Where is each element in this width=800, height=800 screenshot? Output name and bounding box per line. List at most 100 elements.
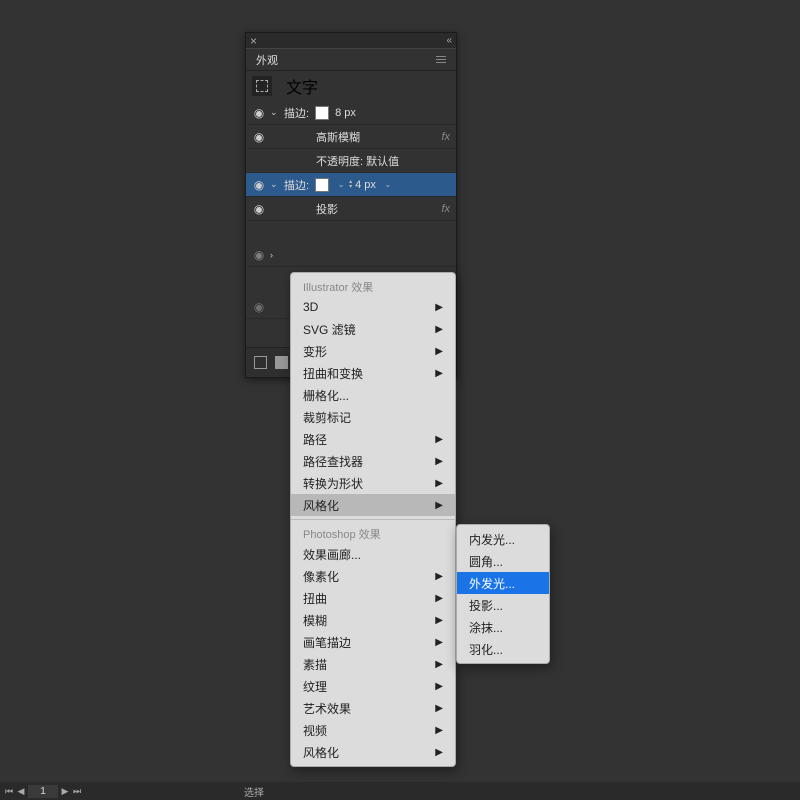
menu-item[interactable]: 裁剪标记 xyxy=(291,406,455,428)
appearance-row-hidden[interactable]: ◉ › xyxy=(246,243,456,267)
visibility-icon[interactable]: ◉ xyxy=(252,248,266,262)
thumbnail-icon xyxy=(252,76,272,96)
menu-item[interactable]: 涂抹... xyxy=(457,616,549,638)
menu-item-label: 视频 xyxy=(303,722,327,739)
stroke-width[interactable]: 4 px xyxy=(355,179,376,191)
fx-icon[interactable]: fx xyxy=(441,203,450,215)
menu-item-label: 扭曲和变换 xyxy=(303,365,363,382)
submenu-arrow-icon: ▶ xyxy=(435,500,443,511)
submenu-arrow-icon: ▶ xyxy=(435,681,443,692)
menu-item-label: 风格化 xyxy=(303,744,339,761)
submenu-arrow-icon: ▶ xyxy=(435,637,443,648)
menu-item[interactable]: 路径▶ xyxy=(291,428,455,450)
last-page-icon[interactable]: ⏭ xyxy=(72,786,82,797)
menu-item[interactable]: 内发光... xyxy=(457,528,549,550)
effects-menu: Illustrator 效果 3D▶SVG 滤镜▶变形▶扭曲和变换▶栅格化...… xyxy=(290,272,456,767)
new-stroke-icon[interactable] xyxy=(254,356,267,369)
color-swatch[interactable] xyxy=(315,178,329,192)
menu-item-label: 投影... xyxy=(469,597,503,614)
collapse-icon[interactable]: « xyxy=(446,35,452,46)
prev-page-icon[interactable]: ◀ xyxy=(16,786,26,797)
visibility-icon[interactable]: ◉ xyxy=(252,178,266,192)
appearance-row-effect[interactable]: ◉ 高斯模糊 fx xyxy=(246,125,456,149)
stylize-submenu: 内发光... 圆角... 外发光... 投影... 涂抹...羽化... xyxy=(456,524,550,664)
menu-item-label: 画笔描边 xyxy=(303,634,351,651)
first-page-icon[interactable]: ⏮ xyxy=(4,786,14,797)
menu-item-label: 3D xyxy=(303,300,318,314)
menu-item[interactable]: 模糊 ▶ xyxy=(291,609,455,631)
appearance-row-effect[interactable]: ◉ 投影 fx xyxy=(246,197,456,221)
menu-item[interactable]: 艺术效果▶ xyxy=(291,697,455,719)
menu-item-label: 素描 xyxy=(303,656,327,673)
submenu-arrow-icon: ▶ xyxy=(435,302,443,313)
row-label: 高斯模糊 xyxy=(316,129,360,145)
menu-item[interactable]: 扭曲和变换 ▶ xyxy=(291,362,455,384)
menu-item[interactable]: 外发光... xyxy=(457,572,549,594)
dropdown-icon[interactable]: ⌄ xyxy=(335,180,347,189)
submenu-arrow-icon: ▶ xyxy=(435,324,443,335)
tab-appearance[interactable]: 外观 xyxy=(256,52,278,68)
menu-item[interactable]: 羽化... xyxy=(457,638,549,660)
menu-item[interactable]: 效果画廊... xyxy=(291,543,455,565)
appearance-row-opacity[interactable]: 不透明度: 默认值 xyxy=(246,149,456,173)
menu-item-label: 内发光... xyxy=(469,531,515,548)
menu-item[interactable]: 风格化 ▶ xyxy=(291,741,455,763)
menu-item-label: 变形 xyxy=(303,343,327,360)
submenu-arrow-icon: ▶ xyxy=(435,346,443,357)
menu-item[interactable]: 风格化▶ xyxy=(291,494,455,516)
row-label: 描边: xyxy=(284,105,309,121)
appearance-row-stroke[interactable]: ◉ ⌄ 描边: 8 px xyxy=(246,101,456,125)
menu-item[interactable]: 3D ▶ xyxy=(291,296,455,318)
menu-item-label: 像素化 xyxy=(303,568,339,585)
visibility-icon[interactable]: ◉ xyxy=(252,300,266,314)
chevron-down-icon[interactable]: ⌄ xyxy=(270,107,280,118)
menu-item[interactable]: SVG 滤镜 ▶ xyxy=(291,318,455,340)
menu-item[interactable]: 转换为形状 ▶ xyxy=(291,472,455,494)
menu-item-label: 模糊 xyxy=(303,612,327,629)
menu-item-label: 转换为形状 xyxy=(303,475,363,492)
panel-menu-icon[interactable] xyxy=(436,56,446,63)
dropdown-icon[interactable]: ⌄ xyxy=(382,180,394,189)
submenu-arrow-icon: ▶ xyxy=(435,615,443,626)
chevron-right-icon[interactable]: › xyxy=(270,250,280,260)
menu-item-label: SVG 滤镜 xyxy=(303,321,356,338)
status-bar: ⏮ ◀ 1 ▶ ⏭ 选择 xyxy=(0,782,800,800)
panel-header: × « xyxy=(246,33,456,49)
close-icon[interactable]: × xyxy=(250,34,257,48)
next-page-icon[interactable]: ▶ xyxy=(60,786,70,797)
menu-item[interactable]: 素描▶ xyxy=(291,653,455,675)
page-field[interactable]: 1 xyxy=(28,785,58,798)
fx-icon[interactable]: fx xyxy=(441,131,450,143)
appearance-row-stroke-selected[interactable]: ◉ ⌄ 描边: ⌄ ▴▾ 4 px ⌄ xyxy=(246,173,456,197)
object-row[interactable]: 文字 xyxy=(246,71,456,101)
menu-item[interactable]: 圆角... xyxy=(457,550,549,572)
stroke-width[interactable]: 8 px xyxy=(335,107,356,119)
new-fill-icon[interactable] xyxy=(275,356,288,369)
row-label: 投影 xyxy=(316,201,338,217)
submenu-arrow-icon: ▶ xyxy=(435,747,443,758)
menu-item[interactable]: 投影... xyxy=(457,594,549,616)
visibility-icon[interactable]: ◉ xyxy=(252,202,266,216)
menu-item[interactable]: 栅格化... xyxy=(291,384,455,406)
color-swatch[interactable] xyxy=(315,106,329,120)
visibility-icon[interactable]: ◉ xyxy=(252,130,266,144)
menu-item-label: 艺术效果 xyxy=(303,700,351,717)
menu-item[interactable]: 视频 ▶ xyxy=(291,719,455,741)
submenu-arrow-icon: ▶ xyxy=(435,725,443,736)
menu-item[interactable]: 纹理▶ xyxy=(291,675,455,697)
submenu-arrow-icon: ▶ xyxy=(435,368,443,379)
visibility-icon[interactable]: ◉ xyxy=(252,106,266,120)
menu-item[interactable]: 变形 ▶ xyxy=(291,340,455,362)
chevron-down-icon[interactable]: ⌄ xyxy=(270,179,280,190)
stepper-icon[interactable]: ▴▾ xyxy=(349,180,352,190)
menu-item-label: 路径 xyxy=(303,431,327,448)
menu-item-label: 栅格化... xyxy=(303,387,349,404)
menu-item[interactable]: 画笔描边 ▶ xyxy=(291,631,455,653)
menu-item[interactable]: 扭曲▶ xyxy=(291,587,455,609)
submenu-arrow-icon: ▶ xyxy=(435,478,443,489)
panel-gap xyxy=(246,221,456,243)
submenu-arrow-icon: ▶ xyxy=(435,571,443,582)
menu-item[interactable]: 路径查找器▶ xyxy=(291,450,455,472)
menu-item-label: 外发光... xyxy=(469,575,515,592)
menu-item[interactable]: 像素化 ▶ xyxy=(291,565,455,587)
